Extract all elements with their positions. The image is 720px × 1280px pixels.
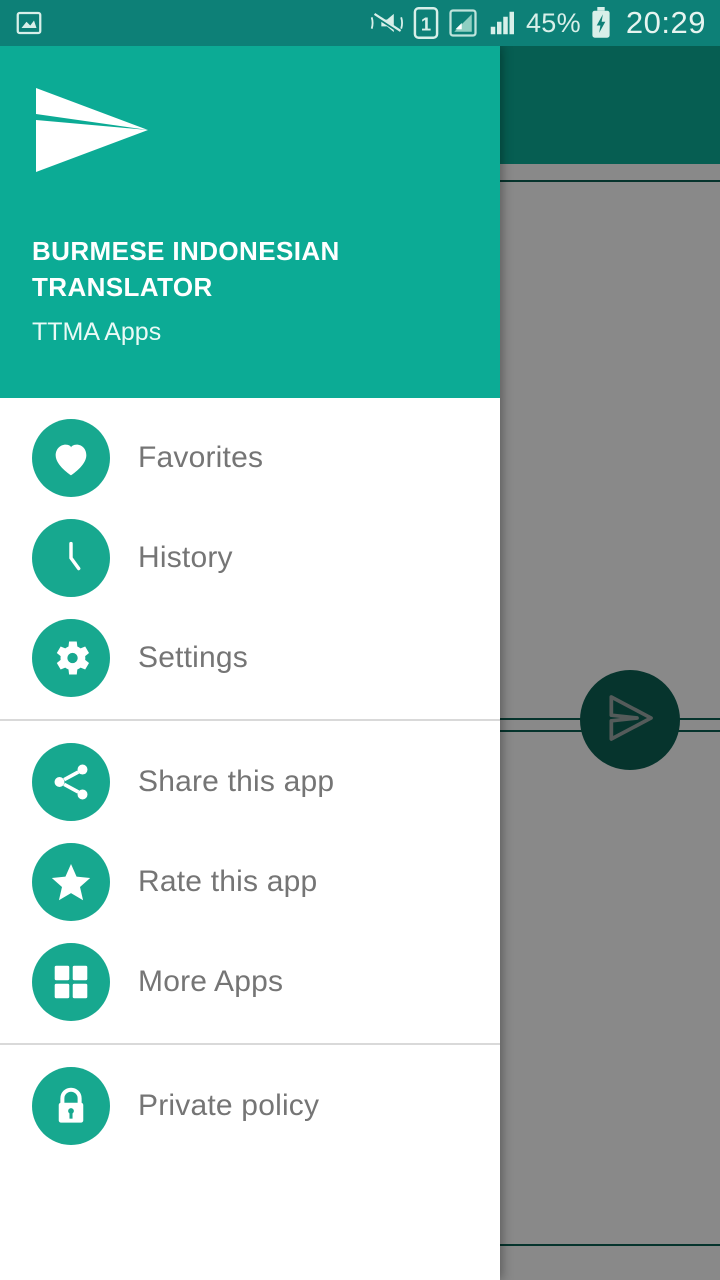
clock-label: 20:29: [625, 5, 706, 40]
svg-text:1: 1: [421, 13, 431, 34]
battery-charging-icon: [590, 7, 612, 39]
sim-1-icon: 1: [413, 7, 439, 39]
battery-percent-label: 45%: [525, 7, 581, 38]
sidebar-item-settings[interactable]: Settings: [0, 608, 500, 708]
navigation-drawer: BURMESE INDONESIAN TRANSLATOR TTMA Apps …: [0, 46, 500, 1280]
sidebar-item-history[interactable]: History: [0, 508, 500, 608]
app-screen: INDONESIAN: [0, 0, 720, 1280]
sidebar-item-share-this-app[interactable]: Share this app: [0, 732, 500, 832]
sidebar-item-label: Favorites: [138, 441, 264, 474]
drawer-divider-2: [0, 1043, 500, 1045]
sidebar-item-favorites[interactable]: Favorites: [0, 408, 500, 508]
sidebar-item-label: Share this app: [138, 765, 335, 798]
gallery-image-icon: [14, 8, 44, 38]
drawer-app-subtitle: TTMA Apps: [32, 318, 162, 346]
sidebar-item-label: Settings: [138, 641, 248, 674]
sidebar-item-label: History: [138, 541, 233, 574]
signal-bars-icon: [487, 8, 517, 38]
lock-icon: [32, 1067, 110, 1145]
sidebar-item-label: Rate this app: [138, 865, 318, 898]
status-bar: 1 45% 20:29: [0, 0, 720, 46]
drawer-divider-1: [0, 719, 500, 721]
drawer-app-title: BURMESE INDONESIAN TRANSLATOR: [32, 236, 340, 302]
clock-icon: [32, 519, 110, 597]
vibrate-mute-icon: [370, 8, 404, 38]
sidebar-item-label: Private policy: [138, 1089, 320, 1122]
heart-icon: [32, 419, 110, 497]
drawer-header: BURMESE INDONESIAN TRANSLATOR TTMA Apps: [0, 46, 500, 398]
drawer-menu-list: Favorites History Settings Share this ap…: [0, 398, 500, 1280]
share-icon: [32, 743, 110, 821]
sidebar-item-label: More Apps: [138, 965, 284, 998]
gear-icon: [32, 619, 110, 697]
signal-sim-icon: [448, 8, 478, 38]
star-icon: [32, 843, 110, 921]
sidebar-item-rate-this-app[interactable]: Rate this app: [0, 832, 500, 932]
grid-apps-icon: [32, 943, 110, 1021]
sidebar-item-more-apps[interactable]: More Apps: [0, 932, 500, 1032]
paper-plane-send-logo: [32, 88, 152, 182]
sidebar-item-private-policy[interactable]: Private policy: [0, 1056, 500, 1156]
